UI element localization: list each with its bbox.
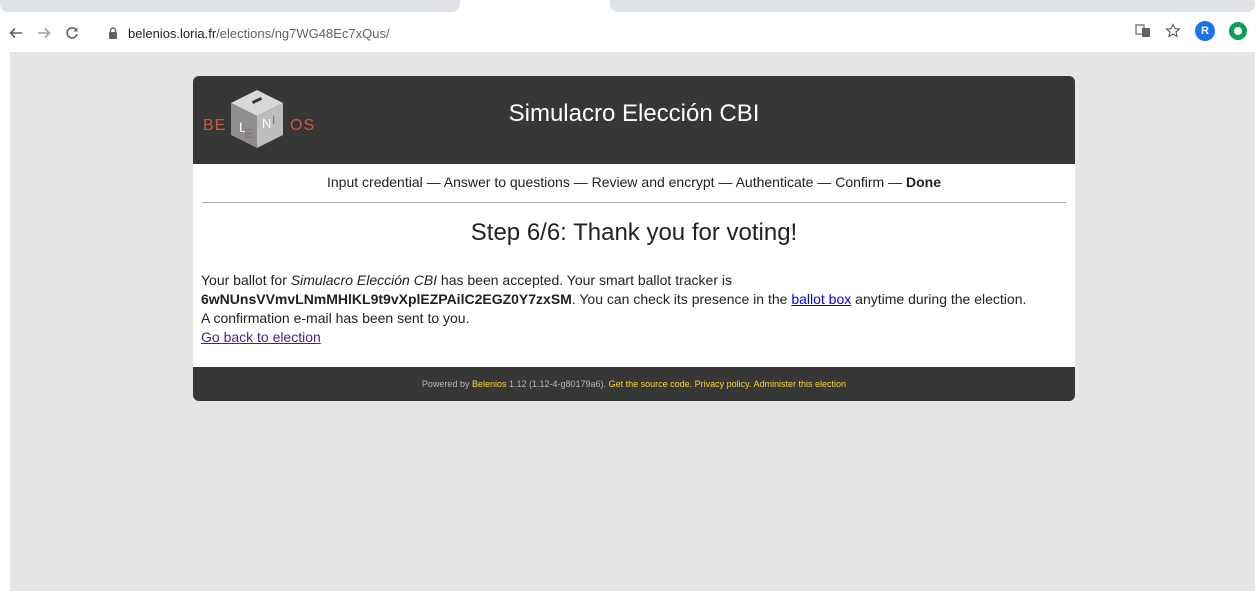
belenios-link[interactable]: Belenios: [472, 379, 507, 389]
steps-breadcrumb: Input credential — Answer to questions —…: [193, 174, 1075, 190]
translate-icon[interactable]: [1135, 23, 1151, 39]
step-input-credential: Input credential: [327, 174, 423, 190]
svg-text:E: E: [244, 126, 253, 141]
step-separator: —: [813, 174, 836, 190]
reload-icon[interactable]: [60, 21, 84, 45]
forward-arrow-icon[interactable]: [32, 21, 56, 45]
step-title: Step 6/6: Thank you for voting!: [470, 219, 798, 246]
step-separator: —: [569, 174, 592, 190]
step-answer-questions: Answer to questions: [443, 174, 570, 190]
go-back-link[interactable]: Go back to election: [201, 329, 321, 345]
ballot-text: anytime during the election.: [851, 291, 1027, 307]
source-code-link[interactable]: Get the source code: [609, 379, 690, 389]
url-domain: belenios.loria.fr: [128, 25, 217, 41]
toolbar-right-icons: R: [1135, 21, 1247, 41]
administer-election-link[interactable]: Administer this election: [754, 379, 847, 389]
privacy-policy-link[interactable]: Privacy policy: [695, 379, 749, 389]
url-path: /elections/ng7WG48Ec7xQus/: [216, 25, 390, 41]
version-text: 1.12 (1.12-4-g80179a6).: [506, 379, 609, 389]
step-done: Done: [906, 174, 941, 190]
browser-tab[interactable]: [610, 0, 1255, 12]
lock-icon[interactable]: [106, 26, 120, 40]
election-title: Simulacro Elección CBI: [508, 100, 760, 127]
election-name: Simulacro Elección CBI: [290, 272, 438, 288]
confirmation-message: Your ballot for Simulacro Elección CBI h…: [201, 271, 1071, 347]
page-header: BE L E N I OS Simulacro Elección CBI: [193, 76, 1075, 164]
address-bar[interactable]: belenios.loria.fr/elections/ng7WG48Ec7xQ…: [106, 19, 1106, 47]
step-authenticate: Authenticate: [735, 174, 814, 190]
ballot-tracker: 6wNUnsVVmvLNmMHlKL9t9vXplEZPAilC2EGZ0Y7z…: [201, 291, 572, 307]
step-separator: —: [714, 174, 736, 190]
back-arrow-icon[interactable]: [4, 21, 28, 45]
ballot-text: Your ballot for: [201, 272, 291, 288]
url-text[interactable]: belenios.loria.fr/elections/ng7WG48Ec7xQ…: [128, 26, 390, 41]
step-separator: —: [422, 174, 444, 190]
powered-by-text: Powered by: [421, 379, 472, 389]
extension-icon[interactable]: [1229, 22, 1247, 40]
page-footer: Powered by Belenios 1.12 (1.12-4-g80179a…: [193, 367, 1075, 401]
step-confirm: Confirm: [835, 174, 885, 190]
page-viewport: BE L E N I OS Simulacro Elección CBI Inp…: [10, 52, 1255, 591]
browser-tab[interactable]: [0, 0, 460, 12]
step-separator: —: [884, 174, 906, 190]
ballot-text: has been accepted. Your smart ballot tra…: [437, 272, 732, 288]
divider: [202, 202, 1066, 203]
tab-strip: [0, 0, 1255, 14]
browser-toolbar: belenios.loria.fr/elections/ng7WG48Ec7xQ…: [0, 14, 1255, 52]
ballot-text: . You can check its presence in the: [571, 291, 792, 307]
election-card: BE L E N I OS Simulacro Elección CBI Inp…: [193, 76, 1075, 401]
confirmation-email-text: A confirmation e-mail has been sent to y…: [201, 310, 470, 326]
step-review-encrypt: Review and encrypt: [591, 174, 715, 190]
profile-avatar[interactable]: R: [1195, 21, 1215, 41]
ballot-box-link[interactable]: ballot box: [791, 291, 851, 307]
star-icon[interactable]: [1165, 23, 1181, 39]
